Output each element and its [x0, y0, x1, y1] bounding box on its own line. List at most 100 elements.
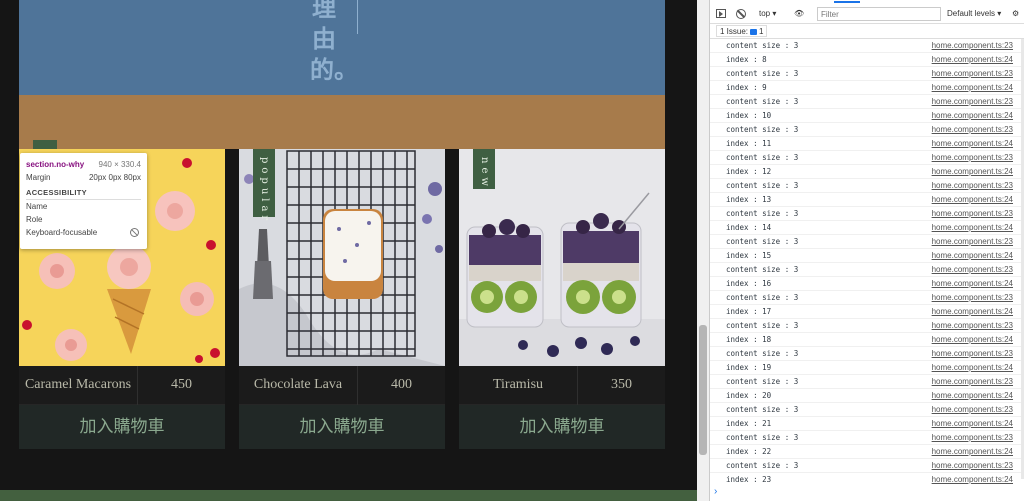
issues-bar: 1 Issue: 1: [710, 25, 1024, 39]
clear-console-button[interactable]: [736, 4, 748, 24]
prompt-chevron-icon: ›: [714, 486, 718, 497]
product-image-parfait[interactable]: new: [459, 149, 665, 366]
source-link[interactable]: home.component.ts:24: [932, 165, 1013, 179]
console-message: content size : 3 home.component.ts:23: [710, 39, 1024, 53]
console-message-text: content size : 3: [726, 405, 799, 414]
console-message-text: index : 8: [726, 55, 767, 64]
page-viewport[interactable]: 理由的。 Caramel Macarons 450 加入購物車 popular …: [0, 0, 697, 501]
console-message-text: content size : 3: [726, 265, 799, 274]
console-message: content size : 3 home.component.ts:23: [710, 459, 1024, 473]
source-link[interactable]: home.component.ts:23: [932, 39, 1013, 53]
source-link[interactable]: home.component.ts:24: [932, 249, 1013, 263]
console-message-text: index : 14: [726, 223, 772, 232]
source-link[interactable]: home.component.ts:23: [932, 319, 1013, 333]
console-message-text: index : 10: [726, 111, 772, 120]
source-link[interactable]: home.component.ts:24: [932, 305, 1013, 319]
source-link[interactable]: home.component.ts:23: [932, 459, 1013, 473]
tooltip-header: section.no-why 940 × 330.4: [26, 158, 141, 171]
console-message-text: index : 20: [726, 391, 772, 400]
source-link[interactable]: home.component.ts:23: [932, 431, 1013, 445]
source-link[interactable]: home.component.ts:24: [932, 137, 1013, 151]
console-message-text: content size : 3: [726, 433, 799, 442]
source-link[interactable]: home.component.ts:24: [932, 445, 1013, 459]
console-message-text: content size : 3: [726, 69, 799, 78]
source-link[interactable]: home.component.ts:23: [932, 67, 1013, 81]
page-scrollbar-thumb[interactable]: [699, 325, 707, 455]
console-message: content size : 3 home.component.ts:23: [710, 375, 1024, 389]
issues-count: 1: [759, 27, 764, 36]
console-message: index : 20 home.component.ts:24: [710, 389, 1024, 403]
tooltip-name-label: Name: [26, 202, 48, 211]
show-sidebar-button[interactable]: [716, 4, 728, 24]
console-message-text: content size : 3: [726, 321, 799, 330]
console-settings-button[interactable]: ⚙: [1012, 4, 1024, 24]
issues-label: 1 Issue:: [720, 27, 749, 36]
source-link[interactable]: home.component.ts:23: [932, 375, 1013, 389]
product-card-tiramisu: new Tiramisu 350 加入購物車: [459, 149, 665, 449]
console-message-text: index : 22: [726, 447, 772, 456]
tooltip-dimensions: 940 × 330.4: [98, 160, 141, 169]
source-link[interactable]: home.component.ts:24: [932, 473, 1013, 486]
console-message-text: index : 12: [726, 167, 772, 176]
source-link[interactable]: home.component.ts:23: [932, 235, 1013, 249]
tooltip-name-row: Name: [26, 200, 141, 213]
console-message: index : 11 home.component.ts:24: [710, 137, 1024, 151]
source-link[interactable]: home.component.ts:23: [932, 207, 1013, 221]
source-link[interactable]: home.component.ts:23: [932, 403, 1013, 417]
console-message-text: content size : 3: [726, 237, 799, 246]
source-link[interactable]: home.component.ts:24: [932, 221, 1013, 235]
source-link[interactable]: home.component.ts:23: [932, 263, 1013, 277]
console-message-text: index : 13: [726, 195, 772, 204]
tooltip-keyboard-label: Keyboard-focusable: [26, 228, 98, 237]
source-link[interactable]: home.component.ts:24: [932, 109, 1013, 123]
context-select[interactable]: top ▾: [759, 4, 789, 24]
popular-tag: popular: [253, 149, 275, 224]
source-link[interactable]: home.component.ts:24: [932, 417, 1013, 431]
source-link[interactable]: home.component.ts:23: [932, 95, 1013, 109]
tooltip-role-label: Role: [26, 215, 43, 224]
console-message: index : 13 home.component.ts:24: [710, 193, 1024, 207]
add-to-cart-button[interactable]: 加入購物車: [459, 405, 665, 449]
source-link[interactable]: home.component.ts:24: [932, 361, 1013, 375]
source-link[interactable]: home.component.ts:23: [932, 291, 1013, 305]
console-message: content size : 3 home.component.ts:23: [710, 151, 1024, 165]
source-link[interactable]: home.component.ts:23: [932, 347, 1013, 361]
product-name: Chocolate Lava: [239, 366, 358, 405]
add-to-cart-button[interactable]: 加入購物車: [239, 405, 445, 449]
console-message: index : 15 home.component.ts:24: [710, 249, 1024, 263]
console-log-list[interactable]: content size : 3 home.component.ts:23 inde…: [710, 39, 1024, 486]
console-message-text: index : 9: [726, 83, 767, 92]
gear-icon: ⚙: [1012, 9, 1020, 18]
console-message: index : 18 home.component.ts:24: [710, 333, 1024, 347]
source-link[interactable]: home.component.ts:23: [932, 179, 1013, 193]
tooltip-selector: section.no-why: [26, 160, 85, 169]
log-levels-select[interactable]: Default levels ▾: [947, 4, 1009, 24]
console-message: index : 19 home.component.ts:24: [710, 361, 1024, 375]
console-message-text: content size : 3: [726, 181, 799, 190]
active-tab-indicator: [834, 1, 860, 3]
source-link[interactable]: home.component.ts:24: [932, 81, 1013, 95]
add-to-cart-button[interactable]: 加入購物車: [19, 405, 225, 449]
source-link[interactable]: home.component.ts:23: [932, 151, 1013, 165]
live-expression-button[interactable]: 👁: [794, 4, 808, 24]
product-image-pastry[interactable]: popular: [239, 149, 445, 366]
console-message: content size : 3 home.component.ts:23: [710, 403, 1024, 417]
console-message-text: index : 16: [726, 279, 772, 288]
console-message: index : 14 home.component.ts:24: [710, 221, 1024, 235]
source-link[interactable]: home.component.ts:24: [932, 193, 1013, 207]
console-filter-input[interactable]: [817, 7, 941, 21]
console-message-text: content size : 3: [726, 41, 799, 50]
product-name: Tiramisu: [459, 366, 578, 405]
source-link[interactable]: home.component.ts:24: [932, 277, 1013, 291]
console-message: content size : 3 home.component.ts:23: [710, 123, 1024, 137]
console-message: content size : 3 home.component.ts:23: [710, 207, 1024, 221]
issues-button[interactable]: 1 Issue: 1: [716, 25, 768, 37]
source-link[interactable]: home.component.ts:24: [932, 333, 1013, 347]
console-message: index : 9 home.component.ts:24: [710, 81, 1024, 95]
source-link[interactable]: home.component.ts:23: [932, 123, 1013, 137]
source-link[interactable]: home.component.ts:24: [932, 389, 1013, 403]
console-prompt[interactable]: ›: [710, 486, 1024, 499]
console-message: content size : 3 home.component.ts:23: [710, 291, 1024, 305]
source-link[interactable]: home.component.ts:24: [932, 53, 1013, 67]
product-name: Caramel Macarons: [19, 366, 138, 405]
